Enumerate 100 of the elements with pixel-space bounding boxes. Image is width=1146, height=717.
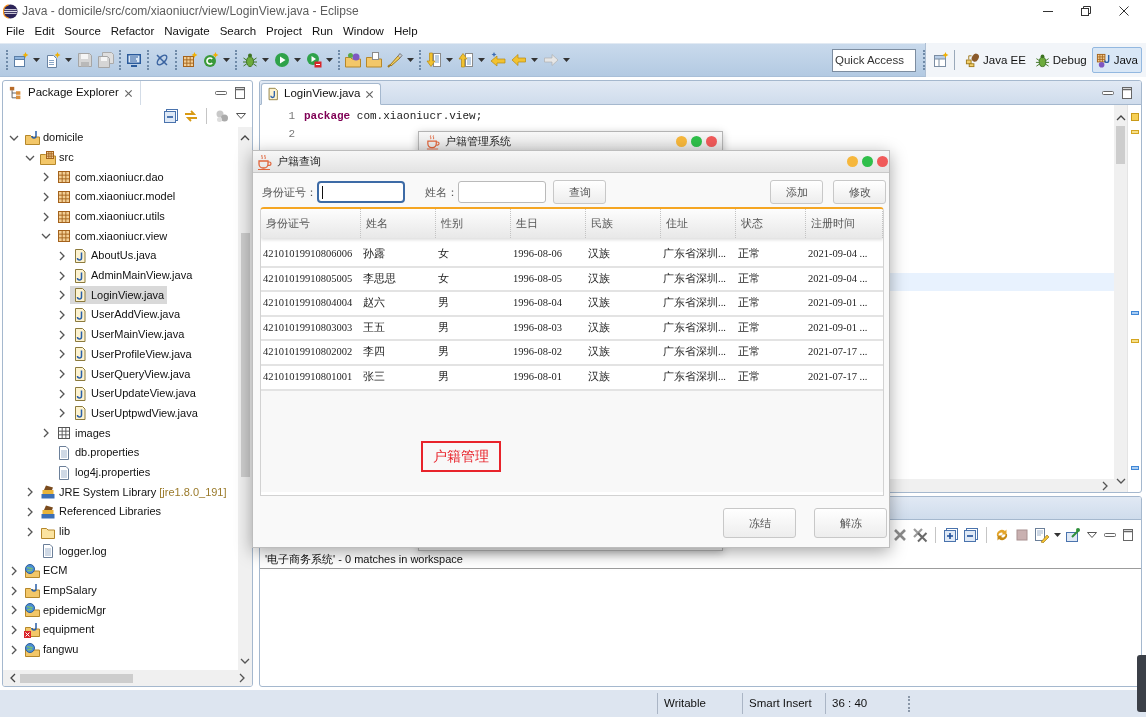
- tree-item[interactable]: JRE System Library [jre1.8.0_191]: [38, 483, 230, 502]
- close-dot-icon[interactable]: [706, 136, 717, 147]
- caret-icon[interactable]: [262, 58, 269, 62]
- minimize-dot-icon[interactable]: [676, 136, 687, 147]
- chevron-right-icon[interactable]: [41, 211, 51, 222]
- close-icon[interactable]: [364, 89, 374, 99]
- menu-item[interactable]: Help: [388, 25, 423, 39]
- folder-page-icon[interactable]: [366, 52, 382, 68]
- ruler-marker-icon[interactable]: [1131, 113, 1139, 121]
- tree-item[interactable]: domicile: [22, 128, 87, 147]
- menu-item[interactable]: Refactor: [105, 25, 160, 39]
- bug-icon[interactable]: [242, 52, 258, 68]
- play-badge-icon[interactable]: [306, 52, 322, 68]
- footer-button[interactable]: 冻结: [723, 508, 796, 538]
- pin-icon[interactable]: [1065, 527, 1081, 543]
- chevron-right-icon[interactable]: [25, 487, 35, 498]
- perspective-button[interactable]: Debug: [1030, 47, 1091, 73]
- tree-item[interactable]: src: [38, 148, 77, 167]
- refresh-icon[interactable]: [994, 527, 1010, 543]
- scroll-left-icon[interactable]: [8, 673, 18, 683]
- maximize-dot-icon[interactable]: [862, 156, 873, 167]
- close-dot-icon[interactable]: [877, 156, 888, 167]
- chevron-right-icon[interactable]: [41, 191, 51, 202]
- scroll-right-icon[interactable]: [1100, 480, 1110, 491]
- ruler-marker-icon[interactable]: [1131, 339, 1139, 343]
- tree-item[interactable]: UserUpdateView.java: [70, 384, 199, 403]
- collapse-all-icon[interactable]: [163, 108, 179, 124]
- chevron-right-icon[interactable]: [57, 349, 67, 360]
- close-icon[interactable]: [1119, 6, 1129, 16]
- input-field[interactable]: [458, 181, 546, 203]
- menu-item[interactable]: Project: [261, 25, 307, 39]
- input-field[interactable]: [317, 181, 405, 203]
- scroll-up-icon[interactable]: [1115, 113, 1126, 123]
- chevron-right-icon[interactable]: [57, 250, 67, 261]
- ruler-marker-icon[interactable]: [1131, 311, 1139, 315]
- column-header[interactable]: 状态: [736, 209, 806, 238]
- chevron-right-icon[interactable]: [41, 172, 51, 183]
- tree-item[interactable]: log4j.properties: [54, 463, 154, 482]
- editor-tab[interactable]: LoginView.java: [261, 83, 381, 105]
- tree-item[interactable]: AboutUs.java: [70, 246, 160, 265]
- tree-item[interactable]: logger.log: [38, 542, 110, 561]
- remove-all-icon[interactable]: [912, 527, 928, 543]
- tree-item[interactable]: com.xiaoniucr.utils: [54, 207, 168, 226]
- scrollbar-thumb[interactable]: [240, 233, 250, 477]
- tree-item[interactable]: EmpSalary: [22, 581, 100, 600]
- caret-icon[interactable]: [407, 58, 414, 62]
- caret-icon[interactable]: [563, 58, 570, 62]
- chevron-right-icon[interactable]: [57, 329, 67, 340]
- scroll-down-icon[interactable]: [240, 656, 250, 666]
- column-header[interactable]: 性别: [436, 209, 511, 238]
- new-document-icon[interactable]: [45, 52, 61, 68]
- scrollbar-thumb[interactable]: [20, 673, 133, 683]
- tree-item[interactable]: images: [54, 424, 114, 443]
- chevron-right-icon[interactable]: [9, 625, 19, 636]
- tree-item[interactable]: com.xiaoniucr.view: [54, 227, 171, 246]
- chevron-right-icon[interactable]: [57, 388, 67, 399]
- column-header[interactable]: 姓名: [361, 209, 436, 238]
- tree-item[interactable]: com.xiaoniucr.model: [54, 187, 179, 206]
- tree-item[interactable]: UserQueryView.java: [70, 365, 194, 384]
- caret-icon[interactable]: [223, 58, 230, 62]
- quick-access-field[interactable]: Quick Access: [832, 48, 916, 72]
- maximize-icon[interactable]: [1120, 85, 1134, 100]
- scroll-down-icon[interactable]: [1115, 476, 1126, 486]
- chevron-right-icon[interactable]: [9, 644, 19, 655]
- tree-item[interactable]: UserAddView.java: [70, 306, 184, 325]
- minimize-dot-icon[interactable]: [847, 156, 858, 167]
- new-package-icon[interactable]: [182, 52, 198, 68]
- new-class-icon[interactable]: [203, 52, 219, 68]
- pin-history-icon[interactable]: [1034, 527, 1050, 543]
- caret-icon[interactable]: [478, 58, 485, 62]
- tree-item[interactable]: AdminMainView.java: [70, 266, 196, 285]
- tree-item[interactable]: fangwu: [22, 640, 82, 659]
- caret-icon[interactable]: [294, 58, 301, 62]
- search-button[interactable]: 查询: [553, 180, 606, 204]
- footer-button[interactable]: 解冻: [814, 508, 887, 538]
- expand-all-icon[interactable]: [943, 527, 959, 543]
- tree-item[interactable]: db.properties: [54, 443, 143, 462]
- close-icon[interactable]: [123, 88, 133, 98]
- caret-icon[interactable]: [326, 58, 333, 62]
- chevron-right-icon[interactable]: [9, 585, 19, 596]
- chevron-right-icon[interactable]: [57, 310, 67, 321]
- remove-icon[interactable]: [892, 527, 908, 543]
- tree-item[interactable]: lib: [38, 522, 73, 541]
- caret-icon[interactable]: [446, 58, 453, 62]
- tree-item[interactable]: ECM: [22, 561, 71, 580]
- scroll-right-icon[interactable]: [237, 673, 247, 683]
- monitor-icon[interactable]: [126, 52, 142, 68]
- menu-item[interactable]: Navigate: [159, 25, 215, 39]
- chevron-right-icon[interactable]: [25, 506, 35, 517]
- tree-item[interactable]: LoginView.java: [70, 286, 168, 305]
- maximize-icon[interactable]: [1121, 528, 1135, 542]
- open-perspective-icon[interactable]: [933, 52, 949, 68]
- ruler-marker-icon[interactable]: [1131, 466, 1139, 470]
- column-header[interactable]: 民族: [586, 209, 661, 238]
- perspective-button[interactable]: Java EE: [961, 47, 1030, 73]
- collapse-all-icon[interactable]: [963, 527, 979, 543]
- menu-item[interactable]: Run: [306, 25, 338, 39]
- chevron-right-icon[interactable]: [57, 408, 67, 419]
- caret-icon[interactable]: [65, 58, 72, 62]
- tree-item[interactable]: UserProfileView.java: [70, 345, 195, 364]
